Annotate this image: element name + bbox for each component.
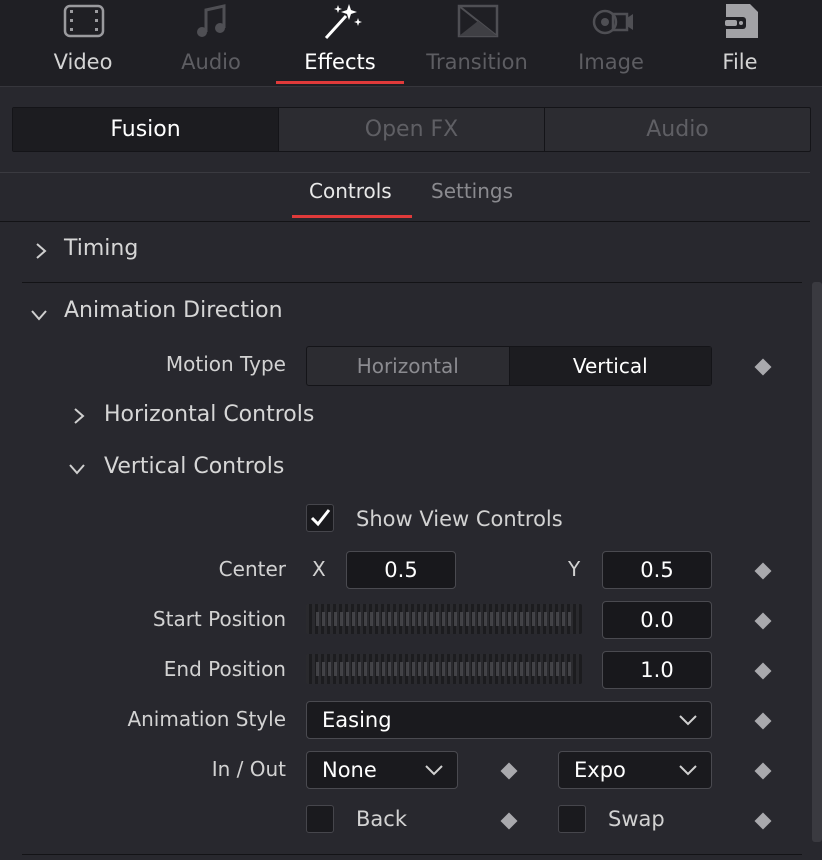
file-icon [722, 4, 758, 38]
tab-settings[interactable]: Settings [431, 179, 513, 203]
scrollbar[interactable] [812, 282, 822, 842]
show-view-controls-checkbox[interactable] [306, 504, 334, 532]
segment-fusion[interactable]: Fusion [13, 108, 279, 151]
tab-audio[interactable]: Audio [147, 0, 275, 86]
camera-icon [592, 9, 633, 35]
motion-type-label: Motion Type [165, 352, 286, 376]
tab-transition-label: Transition [426, 50, 528, 74]
keyframe-diamond-icon[interactable] [754, 662, 772, 680]
motion-type-segmented-control: Horizontal Vertical [306, 346, 712, 386]
out-easing-value: Expo [574, 758, 626, 782]
keyframe-diamond-icon[interactable] [754, 762, 772, 780]
effect-type-segmented-control: Fusion Open FX Audio [12, 107, 811, 152]
tab-effects-label: Effects [304, 50, 376, 74]
music-note-icon [197, 4, 226, 37]
controls-settings-tabs: Controls Settings [0, 172, 810, 222]
chevron-right-icon [74, 408, 85, 424]
back-checkbox[interactable] [306, 805, 334, 833]
section-timing-label: Timing [64, 236, 139, 261]
divider [22, 854, 802, 855]
tab-controls[interactable]: Controls [309, 179, 392, 203]
animation-style-value: Easing [322, 708, 392, 732]
center-x-label: X [312, 557, 326, 581]
divider [22, 282, 802, 283]
motion-type-vertical-option[interactable]: Vertical [509, 347, 711, 385]
chevron-down-icon [69, 464, 85, 475]
end-position-label: End Position [163, 657, 286, 681]
show-view-controls-label: Show View Controls [356, 507, 563, 531]
out-easing-dropdown[interactable]: Expo [558, 751, 712, 789]
vertical-controls-label: Vertical Controls [104, 454, 285, 479]
center-x-input[interactable]: 0.5 [346, 551, 456, 589]
segment-open-fx[interactable]: Open FX [279, 108, 545, 151]
swap-label: Swap [608, 807, 665, 831]
in-easing-dropdown[interactable]: None [306, 751, 458, 789]
in-out-label: In / Out [211, 757, 286, 781]
keyframe-diamond-icon[interactable] [754, 712, 772, 730]
start-position-slider[interactable] [306, 604, 582, 634]
chevron-right-icon [36, 243, 47, 259]
inspector-tab-bar: Video Audio Effects Transition Image Fil… [0, 0, 822, 87]
keyframe-diamond-icon[interactable] [500, 812, 518, 830]
tab-video-label: Video [53, 50, 113, 74]
center-y-input[interactable]: 0.5 [602, 551, 712, 589]
tab-image-label: Image [578, 50, 644, 74]
animation-style-label: Animation Style [127, 707, 286, 731]
segment-audio[interactable]: Audio [545, 108, 810, 151]
tab-file[interactable]: File [676, 0, 804, 86]
tab-audio-label: Audio [181, 50, 241, 74]
chevron-down-icon [679, 715, 697, 726]
end-position-input[interactable]: 1.0 [602, 651, 712, 689]
horizontal-controls-header[interactable]: Horizontal Controls [60, 396, 660, 436]
back-label: Back [356, 807, 407, 831]
tab-effects[interactable]: Effects [276, 0, 404, 86]
horizontal-controls-label: Horizontal Controls [104, 402, 315, 427]
start-position-input[interactable]: 0.0 [602, 601, 712, 639]
magic-wand-icon [324, 4, 362, 40]
keyframe-diamond-icon[interactable] [754, 812, 772, 830]
active-subtab-indicator [292, 215, 412, 218]
end-position-slider[interactable] [306, 654, 582, 684]
swap-checkbox[interactable] [558, 805, 586, 833]
section-animation-direction-label: Animation Direction [64, 298, 283, 323]
animation-style-dropdown[interactable]: Easing [306, 701, 712, 739]
film-icon [63, 4, 105, 38]
transition-icon [457, 4, 499, 38]
effect-type-row: Fusion Open FX Audio [0, 87, 822, 173]
start-position-label: Start Position [152, 607, 286, 631]
chevron-down-icon [679, 765, 697, 776]
section-timing-header[interactable]: Timing [22, 230, 802, 272]
in-easing-value: None [322, 758, 377, 782]
tab-file-label: File [722, 50, 758, 74]
motion-type-horizontal-option[interactable]: Horizontal [307, 347, 510, 385]
center-label: Center [218, 557, 286, 581]
active-tab-indicator [276, 81, 404, 84]
section-animation-direction-header[interactable]: Animation Direction [22, 292, 802, 334]
keyframe-diamond-icon[interactable] [754, 562, 772, 580]
keyframe-diamond-icon[interactable] [500, 762, 518, 780]
keyframe-diamond-icon[interactable] [754, 358, 772, 376]
tab-image[interactable]: Image [547, 0, 675, 86]
tab-transition[interactable]: Transition [413, 0, 541, 86]
vertical-controls-header[interactable]: Vertical Controls [60, 448, 660, 488]
tab-video[interactable]: Video [19, 0, 147, 86]
chevron-down-icon [31, 310, 47, 321]
center-y-label: Y [568, 557, 581, 581]
keyframe-diamond-icon[interactable] [754, 612, 772, 630]
checkmark-icon [310, 509, 331, 527]
chevron-down-icon [425, 765, 443, 776]
